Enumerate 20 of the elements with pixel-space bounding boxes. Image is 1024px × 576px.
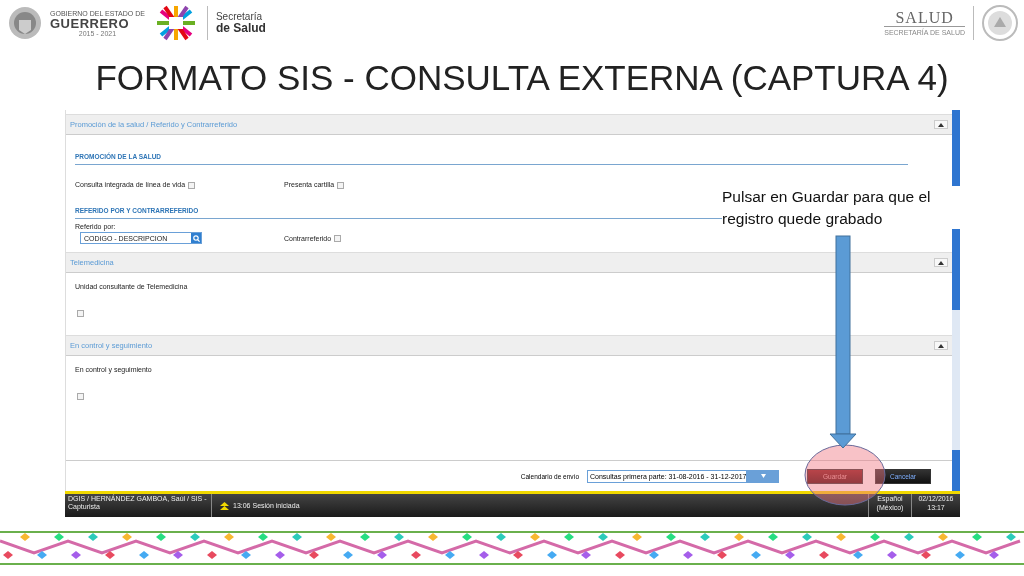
checkbox[interactable]: [77, 393, 84, 401]
collapse-button[interactable]: [934, 120, 948, 129]
state-seal-icon: [8, 6, 42, 40]
search-icon: [192, 234, 200, 242]
logo-text: de Salud: [215, 22, 266, 34]
collapse-button[interactable]: [934, 258, 948, 268]
slide-title: FORMATO SIS - CONSULTA EXTERNA (CAPTURA 4): [94, 58, 949, 98]
collapse-button[interactable]: [934, 341, 948, 351]
logo-text: SALUD: [884, 10, 965, 27]
checkbox[interactable]: [77, 310, 84, 318]
dropdown-arrow-icon: [760, 474, 766, 478]
national-seal-icon: [982, 5, 1018, 41]
chevron-up-icon[interactable]: [220, 501, 229, 510]
logo-text: Secretaría: [215, 12, 264, 22]
checkbox[interactable]: [337, 181, 345, 189]
checkbox[interactable]: [188, 181, 196, 189]
checkbox[interactable]: [334, 235, 342, 243]
search-button[interactable]: [191, 233, 201, 244]
callout-text: Pulsar en Guardar para que el registro quede grabado: [722, 186, 960, 230]
logo-text: GUERRERO: [50, 16, 130, 30]
